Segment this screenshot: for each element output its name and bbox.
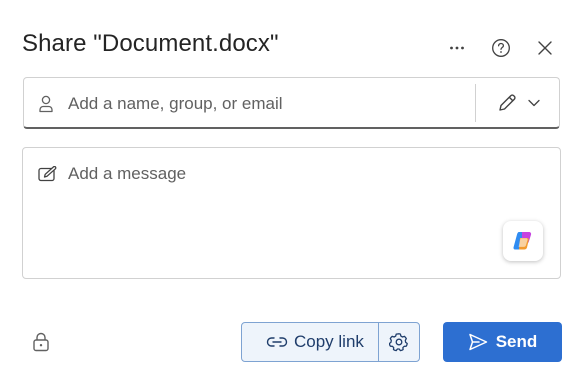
close-button[interactable] (530, 33, 560, 63)
people-picker[interactable] (23, 77, 560, 129)
help-button[interactable] (486, 33, 516, 63)
gear-icon (388, 333, 408, 352)
pencil-edit-icon (499, 94, 516, 111)
person-icon (39, 95, 53, 113)
send-icon (468, 333, 487, 351)
permission-dropdown[interactable] (490, 90, 546, 116)
dialog-header: Share "Document.docx" (22, 30, 560, 62)
help-circle-icon (492, 39, 510, 57)
more-options-button[interactable] (442, 33, 472, 63)
copy-link-label: Copy link (294, 332, 364, 351)
close-icon (538, 41, 552, 55)
field-divider (475, 84, 476, 122)
header-actions (442, 33, 560, 63)
dialog-title: Share "Document.docx" (22, 30, 279, 57)
share-dialog: Share "Document.docx" Add a name, group,… (0, 0, 582, 382)
chevron-down-icon (528, 99, 540, 107)
copilot-icon (513, 232, 532, 250)
people-input[interactable] (66, 91, 470, 117)
message-input[interactable] (66, 162, 510, 226)
link-access-lock[interactable] (32, 332, 50, 357)
send-label: Send (495, 332, 538, 351)
copy-link-button[interactable]: Copy link (242, 323, 379, 361)
send-button[interactable]: Send (443, 322, 562, 362)
copy-link-group: Copy link (241, 322, 420, 362)
link-icon (266, 337, 288, 347)
compose-icon (38, 166, 57, 182)
copilot-button[interactable] (503, 221, 543, 261)
link-settings-button[interactable] (379, 323, 419, 361)
more-horizontal-icon (450, 46, 464, 50)
lock-icon (33, 332, 49, 352)
message-box[interactable] (22, 147, 561, 279)
